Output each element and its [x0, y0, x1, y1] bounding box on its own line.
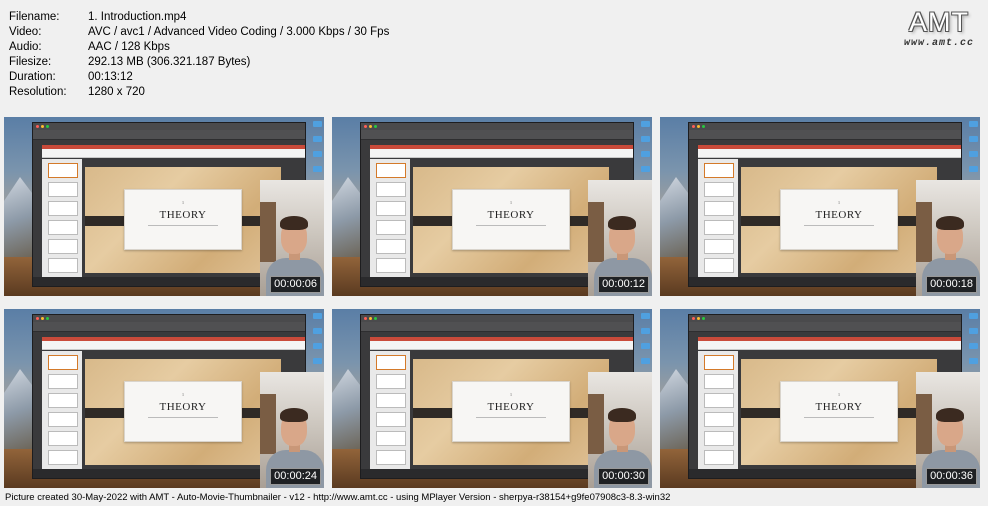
- slide-number: 1: [182, 392, 184, 397]
- video-value: AVC / avc1 / Advanced Video Coding / 3.0…: [88, 26, 390, 38]
- slide-thumbnails-panel: [42, 351, 82, 469]
- slide: 1 THEORY: [85, 167, 281, 273]
- logo-mark: AMT: [908, 7, 969, 37]
- file-info-row: Audio: AAC / 128 Kbps: [9, 40, 389, 55]
- slide: 1 THEORY: [741, 359, 937, 465]
- slide-title-card: 1 THEORY: [780, 381, 898, 442]
- file-info-row: Resolution: 1280 x 720: [9, 85, 389, 100]
- slide-number: 1: [510, 392, 512, 397]
- thumbnail: 1 THEORY 00:00:36: [660, 309, 980, 488]
- resolution-label: Resolution:: [9, 86, 67, 98]
- timestamp: 00:00:18: [926, 276, 977, 293]
- slide-thumbnails-panel: [698, 351, 738, 469]
- slide-title: THEORY: [159, 209, 207, 221]
- thumbnail-grid: 1 THEORY 00:00:06 1 THEORY 00:00:12 1 TH…: [4, 117, 984, 497]
- thumbnail: 1 THEORY 00:00:06: [4, 117, 324, 296]
- timestamp: 00:00:12: [598, 276, 649, 293]
- slide: 1 THEORY: [413, 359, 609, 465]
- duration-label: Duration:: [9, 71, 56, 83]
- audio-label: Audio:: [9, 41, 42, 53]
- slide: 1 THEORY: [741, 167, 937, 273]
- thumbnail: 1 THEORY 00:00:30: [332, 309, 652, 488]
- slide: 1 THEORY: [85, 359, 281, 465]
- slide-title-card: 1 THEORY: [124, 381, 242, 442]
- slide-thumbnails-panel: [370, 159, 410, 277]
- ribbon: [370, 145, 633, 158]
- slide-number: 1: [182, 200, 184, 205]
- ribbon: [370, 337, 633, 350]
- ribbon: [698, 337, 961, 350]
- ribbon: [42, 337, 305, 350]
- slide-title: THEORY: [159, 401, 207, 413]
- duration-value: 00:13:12: [88, 71, 133, 83]
- filename-value: 1. Introduction.mp4: [88, 11, 187, 23]
- slide-thumbnails-panel: [42, 159, 82, 277]
- slide-number: 1: [838, 392, 840, 397]
- slide-thumbnails-panel: [698, 159, 738, 277]
- slide-title: THEORY: [815, 401, 863, 413]
- thumbnail: 1 THEORY 00:00:12: [332, 117, 652, 296]
- resolution-value: 1280 x 720: [88, 86, 145, 98]
- file-info-row: Filesize: 292.13 MB (306.321.187 Bytes): [9, 55, 389, 70]
- ribbon: [698, 145, 961, 158]
- slide-title: THEORY: [487, 401, 535, 413]
- slide: 1 THEORY: [413, 167, 609, 273]
- logo-url: www.amt.cc: [903, 38, 974, 49]
- slide-title: THEORY: [815, 209, 863, 221]
- filesize-value: 292.13 MB (306.321.187 Bytes): [88, 56, 251, 68]
- audio-value: AAC / 128 Kbps: [88, 41, 170, 53]
- thumbnail: 1 THEORY 00:00:24: [4, 309, 324, 488]
- footer-credit: Picture created 30-May-2022 with AMT - A…: [5, 492, 671, 503]
- slide-title-card: 1 THEORY: [780, 189, 898, 250]
- file-info-row: Video: AVC / avc1 / Advanced Video Codin…: [9, 25, 389, 40]
- slide-title-card: 1 THEORY: [124, 189, 242, 250]
- file-info-row: Filename: 1. Introduction.mp4: [9, 10, 389, 25]
- timestamp: 00:00:30: [598, 468, 649, 485]
- timestamp: 00:00:06: [270, 276, 321, 293]
- video-label: Video:: [9, 26, 42, 38]
- thumbnail: 1 THEORY 00:00:18: [660, 117, 980, 296]
- ribbon: [42, 145, 305, 158]
- file-info: Filename: 1. Introduction.mp4 Video: AVC…: [9, 10, 389, 100]
- slide-thumbnails-panel: [370, 351, 410, 469]
- filesize-label: Filesize:: [9, 56, 52, 68]
- file-info-row: Duration: 00:13:12: [9, 70, 389, 85]
- slide-number: 1: [510, 200, 512, 205]
- slide-title-card: 1 THEORY: [452, 189, 570, 250]
- amt-logo: AMT www.amt.cc: [904, 8, 974, 49]
- slide-title-card: 1 THEORY: [452, 381, 570, 442]
- filename-label: Filename:: [9, 11, 60, 23]
- timestamp: 00:00:24: [270, 468, 321, 485]
- timestamp: 00:00:36: [926, 468, 977, 485]
- slide-title: THEORY: [487, 209, 535, 221]
- slide-number: 1: [838, 200, 840, 205]
